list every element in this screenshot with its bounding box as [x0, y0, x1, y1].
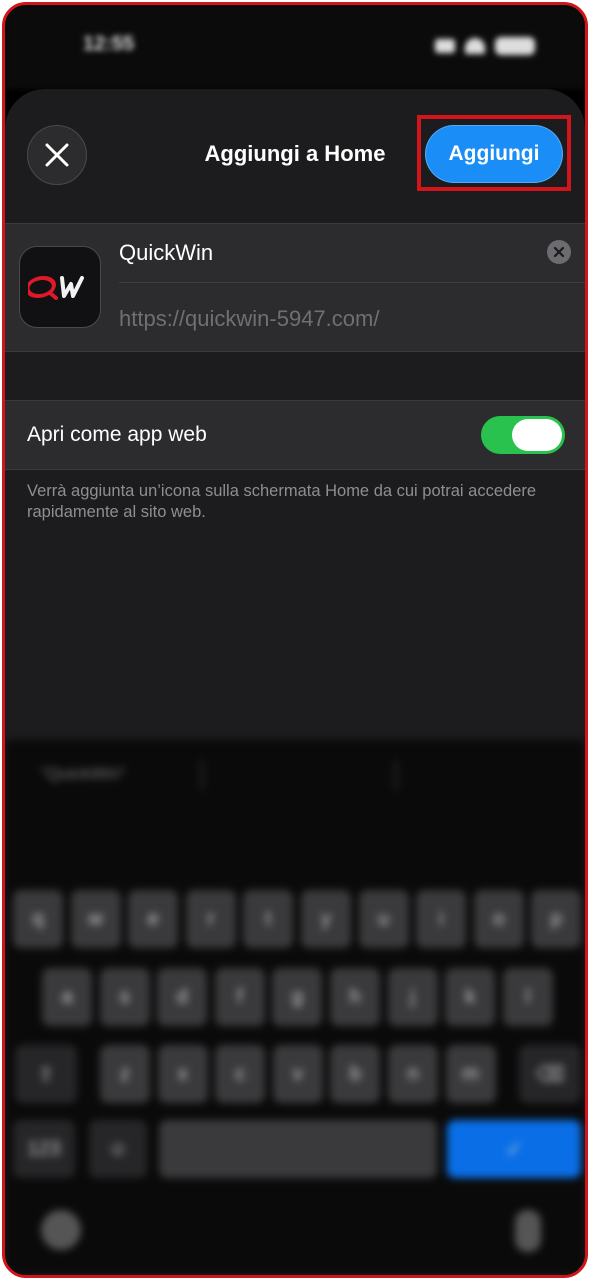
key-r[interactable]: r [185, 890, 236, 948]
app-url: https://quickwin-5947.com/ [119, 306, 380, 331]
app-name-field[interactable]: QuickWin [119, 240, 213, 266]
key-h[interactable]: h [330, 968, 380, 1026]
webapp-hint: Verrà aggiunta un’icona sulla schermata … [27, 482, 537, 521]
status-icons [435, 37, 535, 55]
phone-screen: 12:55 Aggiungi a Home Aggiungi QuickWin … [2, 2, 588, 1278]
key-v[interactable]: v [272, 1045, 323, 1103]
key-f[interactable]: f [214, 968, 265, 1026]
signal-icon [435, 39, 455, 53]
key-a[interactable]: a [42, 968, 92, 1026]
key-m[interactable]: m [445, 1045, 496, 1103]
globe-icon[interactable] [41, 1210, 81, 1250]
card-divider [119, 282, 585, 283]
key-y[interactable]: y [301, 890, 351, 948]
key-c[interactable]: c [215, 1045, 266, 1103]
key-n[interactable]: n [388, 1045, 438, 1103]
app-icon [19, 246, 101, 328]
shift-key[interactable]: ⇧ [15, 1045, 77, 1103]
clear-icon [553, 246, 565, 258]
key-u[interactable]: u [358, 890, 409, 948]
key-q[interactable]: q [13, 890, 63, 948]
key-o[interactable]: o [473, 890, 524, 948]
key-j[interactable]: j [387, 968, 438, 1026]
delete-key[interactable]: ⌫ [519, 1045, 581, 1103]
space-key[interactable] [159, 1120, 437, 1178]
emoji-key[interactable]: ☺ [89, 1120, 147, 1178]
status-time: 12:55 [83, 33, 135, 55]
numbers-key[interactable]: 123 [13, 1120, 75, 1178]
quickwin-logo-icon [28, 276, 84, 300]
key-x[interactable]: x [157, 1045, 208, 1103]
battery-icon [495, 37, 535, 55]
webapp-toggle-label: Apri come app web [27, 423, 207, 446]
add-button[interactable]: Aggiungi [425, 125, 563, 183]
key-t[interactable]: t [243, 890, 294, 948]
keyboard: “QuickWin” q w e r t y u i o p a s d f g h j k l ⇧ z x c v b n m ⌫ 1… [5, 740, 585, 1275]
clear-text-button[interactable] [547, 240, 571, 264]
webapp-toggle-row: Apri come app web [5, 400, 585, 470]
keyboard-suggestion[interactable]: “QuickWin” [41, 764, 125, 784]
return-key[interactable]: ✓ [447, 1120, 581, 1178]
microphone-icon[interactable] [515, 1210, 541, 1252]
suggestion-divider [201, 760, 203, 790]
wifi-icon [465, 38, 485, 54]
key-l[interactable]: l [502, 968, 553, 1026]
key-p[interactable]: p [531, 890, 582, 948]
toggle-knob [512, 419, 562, 451]
key-e[interactable]: e [128, 890, 179, 948]
suggestion-divider [395, 760, 397, 790]
key-k[interactable]: k [445, 968, 496, 1026]
key-d[interactable]: d [157, 968, 208, 1026]
key-b[interactable]: b [330, 1045, 381, 1103]
key-w[interactable]: w [70, 890, 121, 948]
key-g[interactable]: g [272, 968, 323, 1026]
key-z[interactable]: z [100, 1045, 150, 1103]
app-info-card: QuickWin https://quickwin-5947.com/ [5, 224, 585, 352]
status-bar: 12:55 [5, 5, 585, 89]
key-s[interactable]: s [99, 968, 150, 1026]
webapp-toggle[interactable] [481, 416, 565, 454]
key-i[interactable]: i [416, 890, 467, 948]
